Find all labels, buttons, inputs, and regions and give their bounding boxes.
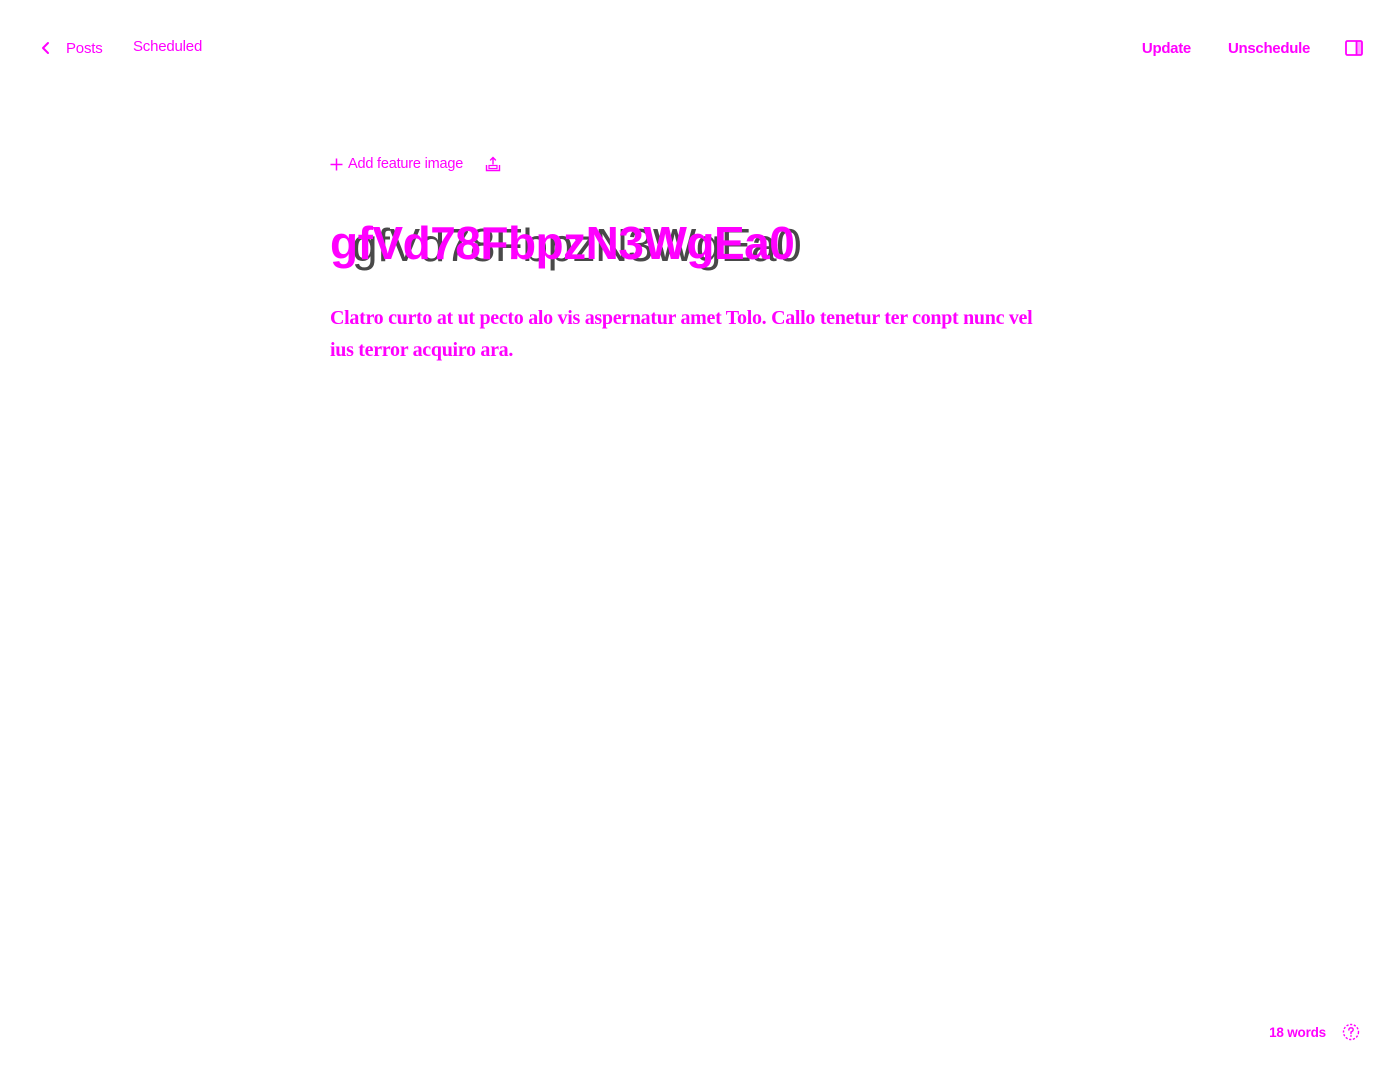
word-count: 18 words xyxy=(1269,1024,1326,1040)
feature-image-row: Add feature image xyxy=(330,150,1050,178)
post-title[interactable]: gfVd78FbpzN3WgEa0 xyxy=(330,215,795,271)
back-link-label: Posts xyxy=(66,39,103,57)
editor-header: Posts Scheduled Update Unschedule xyxy=(0,0,1400,94)
update-button[interactable]: Update xyxy=(1142,40,1191,57)
plus-icon xyxy=(330,158,343,170)
add-feature-image-label: Add feature image xyxy=(348,156,464,172)
chevron-left-icon xyxy=(42,42,49,54)
post-status: Scheduled xyxy=(133,38,203,55)
upload-icon[interactable] xyxy=(485,156,501,172)
post-editor: Add feature image gfVd78FbpzN3WgEa0 gfVd… xyxy=(330,150,1050,366)
post-title-field[interactable]: gfVd78FbpzN3WgEa0 gfVd78FbpzN3WgEa0 xyxy=(330,215,1050,273)
question-circle-icon[interactable] xyxy=(1342,1023,1360,1041)
header-actions: Update Unschedule xyxy=(1142,36,1364,60)
add-feature-image-button[interactable]: Add feature image xyxy=(330,156,463,172)
back-to-posts-link[interactable]: Posts xyxy=(38,36,103,60)
editor-footer: 18 words xyxy=(1269,1022,1360,1042)
post-body-paragraph[interactable]: Clatro curto at ut pecto alo vis asperna… xyxy=(330,302,1050,366)
sidebar-panel-icon[interactable] xyxy=(1344,38,1364,58)
unschedule-button[interactable]: Unschedule xyxy=(1228,40,1310,57)
